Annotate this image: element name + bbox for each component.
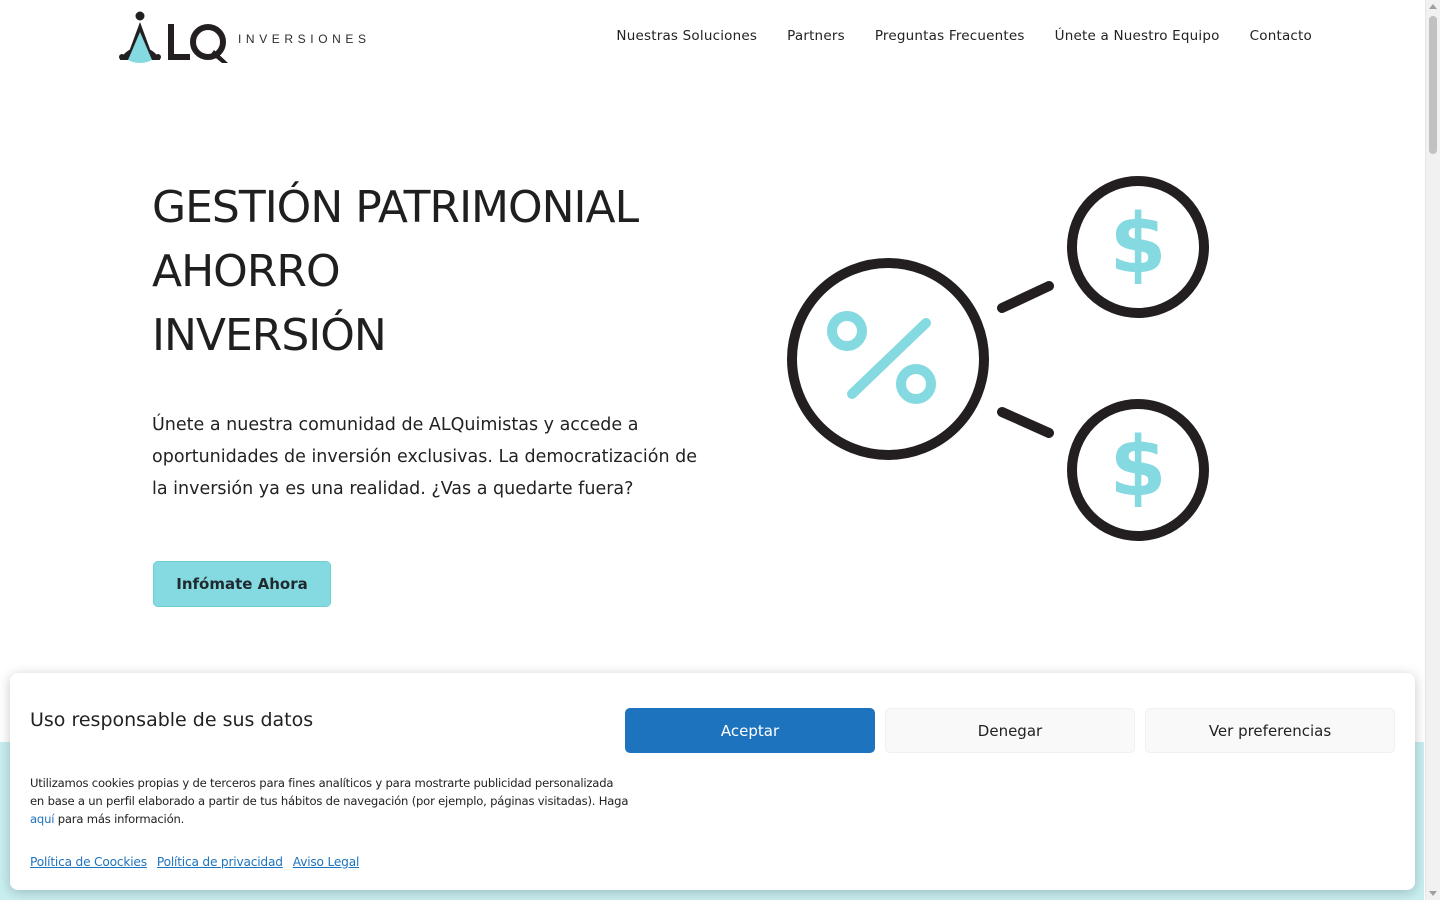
cta-button[interactable]: Infómate Ahora — [153, 561, 331, 607]
privacy-policy-link[interactable]: Política de privacidad — [157, 855, 283, 869]
dollar-circle-bottom: $ — [1067, 399, 1209, 541]
nav-item-partners[interactable]: Partners — [787, 28, 845, 44]
connector-lines — [997, 281, 1054, 438]
percent-icon — [827, 311, 936, 404]
dollar-icon: $ — [1109, 420, 1166, 515]
hero-title-line: AHORRO — [152, 246, 341, 297]
cookies-policy-link[interactable]: Política de Coockies — [30, 855, 147, 869]
nav-item-soluciones[interactable]: Nuestras Soluciones — [616, 28, 757, 44]
percent-circle — [787, 258, 989, 460]
page-scrollbar[interactable] — [1425, 0, 1440, 900]
logo-subtitle: INVERSIONES — [238, 32, 371, 46]
scroll-up-arrow-icon[interactable] — [1429, 4, 1437, 9]
legal-notice-link[interactable]: Aviso Legal — [293, 855, 360, 869]
site-logo[interactable]: INVERSIONES — [116, 10, 371, 64]
cookie-text-after: para más información. — [54, 812, 185, 826]
hero-title-line: INVERSIÓN — [152, 310, 387, 361]
preferences-button[interactable]: Ver preferencias — [1145, 708, 1395, 753]
cookie-policy-links: Política de Coockies Política de privaci… — [30, 855, 359, 869]
scroll-down-arrow-icon[interactable] — [1429, 891, 1437, 896]
nav-item-faq[interactable]: Preguntas Frecuentes — [875, 28, 1025, 44]
cookie-text-before: Utilizamos cookies propias y de terceros… — [30, 776, 629, 808]
scrollbar-thumb[interactable] — [1429, 16, 1437, 154]
cookie-banner: Uso responsable de sus datos Utilizamos … — [10, 673, 1415, 890]
deny-button[interactable]: Denegar — [885, 708, 1135, 753]
hero-title: GESTIÓN PATRIMONIAL AHORRO INVERSIÓN — [152, 176, 639, 368]
cookie-more-info-link[interactable]: aquí — [30, 812, 54, 826]
cookie-banner-text: Utilizamos cookies propias y de terceros… — [30, 774, 630, 828]
cookie-banner-title: Uso responsable de sus datos — [30, 709, 314, 731]
dollar-icon: $ — [1109, 197, 1166, 292]
nav-item-contacto[interactable]: Contacto — [1250, 28, 1312, 44]
hero-title-line: GESTIÓN PATRIMONIAL — [152, 182, 639, 233]
alq-logo-mark — [119, 11, 228, 63]
finance-illustration: $ $ — [787, 176, 1209, 541]
dollar-circle-top: $ — [1067, 176, 1209, 318]
accept-button[interactable]: Aceptar — [625, 708, 875, 753]
main-nav: Nuestras Soluciones Partners Preguntas F… — [616, 28, 1312, 44]
nav-item-equipo[interactable]: Únete a Nuestro Equipo — [1055, 28, 1220, 44]
hero-description: Únete a nuestra comunidad de ALQuimistas… — [152, 415, 698, 499]
